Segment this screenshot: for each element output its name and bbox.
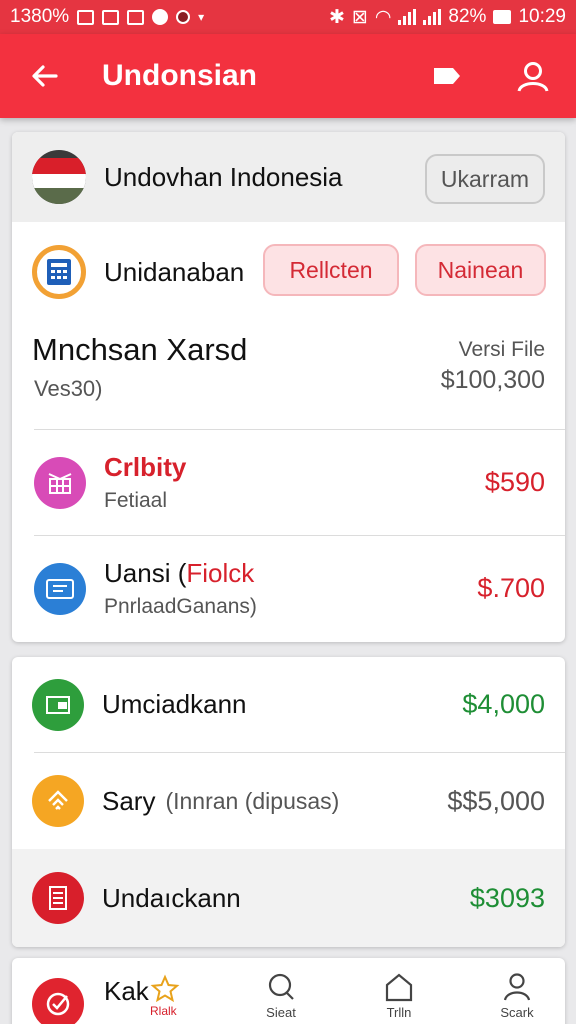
- list-item[interactable]: Uansi (Fiolck PnrlaadGanans) $.700: [12, 536, 565, 641]
- list-item-avatar: [34, 562, 86, 615]
- profile-button[interactable]: [490, 34, 576, 118]
- message-icon: [77, 9, 95, 25]
- list-item-avatar: [34, 456, 86, 509]
- back-arrow-icon: [32, 65, 58, 87]
- goal-tag: Rlalk: [150, 1004, 177, 1018]
- clock: 10:29: [518, 6, 566, 27]
- indonesia-flag-icon: [32, 150, 86, 204]
- summary-title: Mnchsan Xarsd: [32, 332, 248, 367]
- nav-item-label: Trlln: [386, 1005, 412, 1020]
- list-item-title: Uansi (Fiolck: [104, 558, 255, 588]
- star-icon: [150, 974, 180, 1003]
- list-item-title: Sary: [102, 785, 156, 816]
- flag-avatar: [32, 150, 86, 204]
- list-item-subtitle: (Innran (dipusas): [165, 787, 340, 814]
- battery-icon: [493, 10, 512, 24]
- list-item-avatar: [32, 872, 84, 924]
- list-item[interactable]: Umciadkann $4,000: [12, 657, 565, 752]
- list-item[interactable]: Undaıckann $3093: [12, 849, 565, 947]
- list-item-avatar: [32, 678, 84, 731]
- signal-icon: [398, 9, 417, 25]
- app-icon: [127, 9, 145, 25]
- calculator-icon: [47, 259, 71, 285]
- action-row-title: Unidanaban: [104, 256, 245, 287]
- goal-avatar: [32, 978, 84, 1024]
- list-item[interactable]: Sary (Innran (dipusas) $$5,000: [12, 753, 565, 849]
- list-item-amount: $.700: [477, 573, 545, 603]
- bluetooth-icon: ✱: [328, 6, 345, 28]
- list-item[interactable]: Crlbity Fetiaal $590: [12, 430, 565, 535]
- nav-item-home[interactable]: Trlln: [340, 965, 458, 1024]
- circle-app-icon: [152, 9, 169, 25]
- back-button[interactable]: [0, 34, 90, 118]
- list-item-title: Crlbity: [104, 452, 187, 482]
- battery-percent: 82%: [448, 6, 487, 27]
- list-item-title: Undaıckann: [102, 882, 241, 913]
- label-button[interactable]: [404, 34, 490, 118]
- nfc-icon: ⊠: [351, 6, 368, 28]
- app-bar: Undonsian: [0, 34, 576, 118]
- list-item-subtitle: Fetiaal: [104, 489, 168, 512]
- list-item-title: Umciadkann: [102, 689, 247, 719]
- action-row-avatar: [32, 245, 86, 299]
- list-doc-icon: [49, 886, 67, 910]
- home-icon: [385, 973, 413, 1002]
- account-header: Undovhan Indonesia Ukarram: [12, 132, 565, 222]
- status-left-text: 1380%: [10, 6, 70, 27]
- nav-item-label: Sieat: [266, 1005, 296, 1020]
- transactions-card: Umciadkann $4,000 Sary (Innran (dipusas)…: [12, 657, 565, 947]
- nainean-button[interactable]: Nainean: [415, 244, 546, 296]
- person-icon: [503, 973, 531, 1001]
- list-item-subtitle: PnrlaadGanans): [104, 595, 257, 618]
- stripes-icon: [48, 790, 68, 810]
- list-item-amount: $$5,000: [447, 785, 545, 816]
- nav-item-profile[interactable]: Scark: [458, 965, 576, 1024]
- reflect-button[interactable]: Rellcten: [263, 244, 399, 296]
- list-item-title-accent: Fiolck: [186, 558, 255, 588]
- more-notifications-icon: ▾: [198, 10, 205, 24]
- list-item-amount: $3093: [469, 882, 545, 913]
- search-icon: [268, 973, 294, 1000]
- target-check-icon: [46, 992, 70, 1016]
- calendar-grid-icon: [48, 472, 72, 494]
- label-tag-icon: [434, 68, 460, 84]
- goal-title: Kak: [104, 976, 149, 1006]
- signal-2-icon: [423, 9, 442, 25]
- notification-icon: [176, 10, 191, 24]
- status-bar: 1380% ▾ ✱ ⊠ ◠ 82% 10:29: [0, 0, 576, 34]
- summary-subtitle: Ves30): [34, 376, 103, 401]
- bottom-nav: Sieat Trlln Scark: [222, 965, 576, 1024]
- list-item-amount: $590: [484, 467, 545, 497]
- account-action-button[interactable]: Ukarram: [425, 154, 545, 204]
- nav-item-label: Scark: [500, 1005, 534, 1020]
- profile-icon: [517, 62, 549, 92]
- list-item-amount: $4,000: [462, 689, 545, 719]
- wallet-icon: [46, 695, 70, 714]
- summary-value: $100,300: [440, 366, 545, 394]
- account-name: Undovhan Indonesia: [104, 161, 343, 192]
- window-card-icon: [46, 578, 74, 599]
- wifi-icon: ◠: [374, 6, 392, 28]
- account-card: Undovhan Indonesia Ukarram Unidanaban Re…: [12, 132, 565, 642]
- gallery-icon: [102, 9, 120, 25]
- page-title: Undonsian: [102, 59, 257, 92]
- summary-label: Versi File: [458, 338, 545, 361]
- list-item-avatar: [32, 775, 84, 827]
- nav-item-search[interactable]: Sieat: [222, 965, 340, 1024]
